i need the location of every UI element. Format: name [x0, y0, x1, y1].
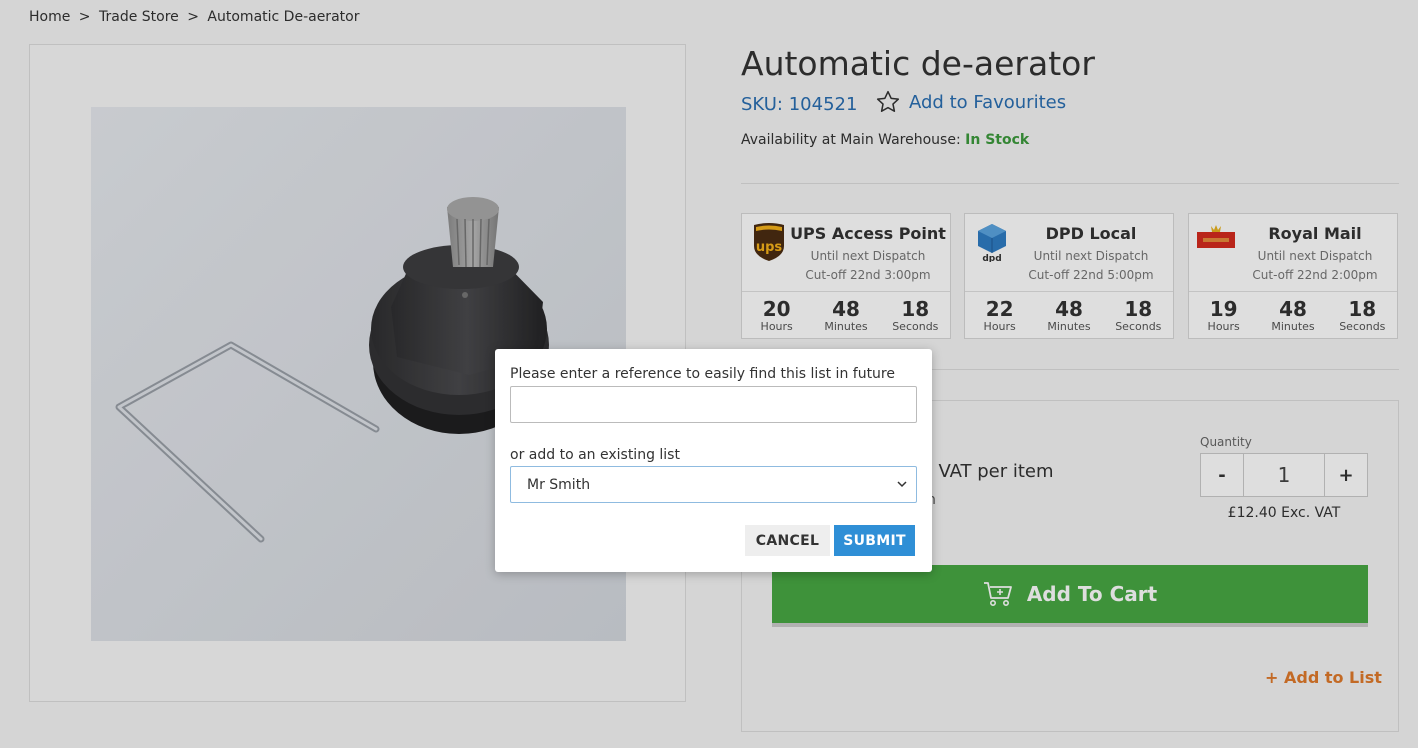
- add-to-list-dialog: Please enter a reference to easily find …: [495, 349, 932, 572]
- selected-list-value: Mr Smith: [527, 476, 591, 493]
- reference-label: Please enter a reference to easily find …: [510, 366, 895, 382]
- list-reference-input[interactable]: [510, 386, 917, 423]
- existing-list-label: or add to an existing list: [510, 447, 680, 463]
- existing-list-select[interactable]: Mr Smith: [510, 466, 917, 503]
- chevron-down-icon: [897, 481, 907, 488]
- cancel-button[interactable]: CANCEL: [745, 525, 830, 556]
- submit-button[interactable]: SUBMIT: [834, 525, 915, 556]
